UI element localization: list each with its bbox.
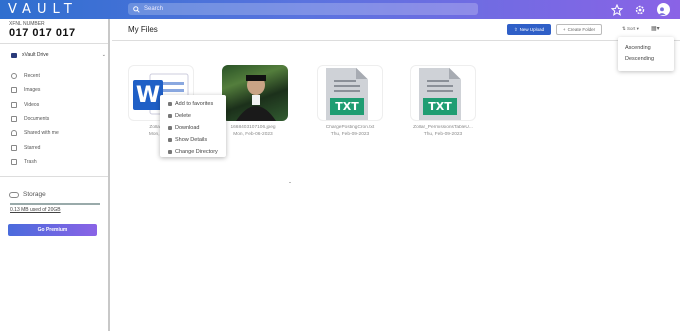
star-icon[interactable] xyxy=(610,3,624,16)
new-upload-label: New Upload xyxy=(519,27,545,32)
storage-used-text[interactable]: 0.13 MB used of 20GB xyxy=(10,207,61,213)
go-premium-button[interactable]: Go Premium xyxy=(8,224,97,236)
txt-document-icon: TXT xyxy=(326,68,368,120)
file-card[interactable]: TXT xyxy=(317,65,383,121)
txt-badge: TXT xyxy=(330,98,364,115)
upload-icon: ⇧ xyxy=(513,26,518,32)
sidebar-item-documents[interactable]: Documents xyxy=(11,112,106,126)
xnum-value: 017 017 017 xyxy=(9,27,76,39)
file-date: Thu, Feb-09-2023 xyxy=(330,132,370,137)
header-divider xyxy=(112,40,680,41)
view-toggle-button[interactable]: ▦▾ xyxy=(651,25,660,32)
sidebar-divider xyxy=(0,176,108,177)
folder-icon xyxy=(168,150,172,154)
sidebar-nav: Recent Images Videos Documents Shared wi… xyxy=(11,69,106,169)
sidebar-item-label: Documents xyxy=(24,116,50,123)
sidebar: XFNL NUMBER 017 017 017 xVault Drive ⌄ R… xyxy=(0,19,110,331)
search-bar[interactable]: Search xyxy=(128,3,478,15)
sidebar-item-images[interactable]: Images xyxy=(11,83,106,97)
plus-icon: + xyxy=(562,27,566,32)
cloud-icon xyxy=(9,191,19,198)
sort-label: Sort xyxy=(627,26,636,31)
create-folder-label: Create Folder xyxy=(567,27,596,32)
chevron-down-icon[interactable]: ⌄ xyxy=(102,52,106,58)
file-date: Thu, Feb-09-2023 xyxy=(423,132,463,137)
sort-option-ascending[interactable]: Ascending xyxy=(618,42,674,53)
menu-item-label: Add to favorites xyxy=(175,101,214,107)
file-context-menu: Add to favorites Delete Download Show De… xyxy=(160,95,226,157)
download-icon xyxy=(168,126,172,130)
sidebar-item-label: Images xyxy=(24,87,41,94)
new-upload-button[interactable]: ⇧ New Upload xyxy=(507,24,551,35)
storage-label: Storage xyxy=(23,191,46,198)
trash-icon xyxy=(168,114,172,118)
menu-item-label: Show Details xyxy=(175,137,208,143)
sidebar-divider xyxy=(0,43,108,44)
file-card[interactable]: TXT xyxy=(410,65,476,121)
search-icon xyxy=(133,5,140,13)
file-name: ChargePostingCron.txt xyxy=(325,125,375,130)
sidebar-item-videos[interactable]: Videos xyxy=(11,98,106,112)
menu-item-label: Delete xyxy=(175,113,191,119)
gear-icon[interactable] xyxy=(634,3,647,16)
sort-icon: ⇅ xyxy=(622,26,626,31)
video-icon xyxy=(11,101,17,108)
create-folder-button[interactable]: + Create Folder xyxy=(556,24,602,35)
menu-item-label: Change Directory xyxy=(175,149,218,155)
sidebar-item-shared[interactable]: Shared with me xyxy=(11,126,106,140)
page-title: My Files xyxy=(128,25,158,34)
sidebar-item-label: Videos xyxy=(24,101,40,108)
image-thumbnail xyxy=(222,65,288,121)
app-logo[interactable]: VAULT xyxy=(8,2,78,17)
star-icon xyxy=(168,102,172,106)
file-card[interactable] xyxy=(222,65,290,121)
sort-option-descending[interactable]: Descending xyxy=(618,53,674,64)
star-icon xyxy=(11,144,17,151)
sort-button[interactable]: ⇅ Sort ▾ xyxy=(622,26,639,32)
sidebar-item-label: Shared with me xyxy=(24,130,59,137)
sidebar-item-trash[interactable]: Trash xyxy=(11,155,106,169)
drive-selector[interactable]: xVault Drive ⌄ xyxy=(11,52,106,58)
storage-progress-bar xyxy=(10,203,100,205)
file-name: Zollar_PermissionsTableU... xyxy=(413,125,473,130)
grid-icon: ▦ xyxy=(651,26,657,32)
txt-document-icon: TXT xyxy=(419,68,461,120)
svg-text:W: W xyxy=(136,83,160,108)
menu-item-label: Download xyxy=(175,125,200,131)
menu-item-delete[interactable]: Delete xyxy=(160,110,226,122)
document-icon xyxy=(11,116,17,123)
drive-icon xyxy=(11,52,17,58)
sidebar-item-label: Recent xyxy=(24,73,40,80)
menu-item-show-details[interactable]: Show Details xyxy=(160,134,226,146)
sidebar-item-starred[interactable]: Starred xyxy=(11,140,106,154)
drive-label: xVault Drive xyxy=(22,52,49,58)
clock-icon xyxy=(11,73,17,80)
search-placeholder: Search xyxy=(144,6,164,12)
main-content: My Files ⇧ New Upload + Create Folder ⇅ … xyxy=(112,19,680,331)
storage-section: Storage xyxy=(9,191,46,198)
menu-item-add-favorites[interactable]: Add to favorites xyxy=(160,98,226,110)
loading-indicator xyxy=(289,182,291,183)
sidebar-item-label: Trash xyxy=(24,158,37,165)
sort-dropdown: Ascending Descending xyxy=(618,37,674,71)
top-bar: VAULT Search xyxy=(0,0,680,19)
trash-icon xyxy=(11,158,17,165)
sidebar-item-label: Starred xyxy=(24,144,41,151)
image-icon xyxy=(11,87,17,94)
shared-icon xyxy=(11,130,17,137)
sidebar-item-recent[interactable]: Recent xyxy=(11,69,106,83)
txt-badge: TXT xyxy=(423,98,457,115)
menu-item-download[interactable]: Download xyxy=(160,122,226,134)
user-avatar-icon[interactable] xyxy=(657,3,670,16)
info-icon xyxy=(168,138,172,142)
menu-item-change-directory[interactable]: Change Directory xyxy=(160,146,226,158)
